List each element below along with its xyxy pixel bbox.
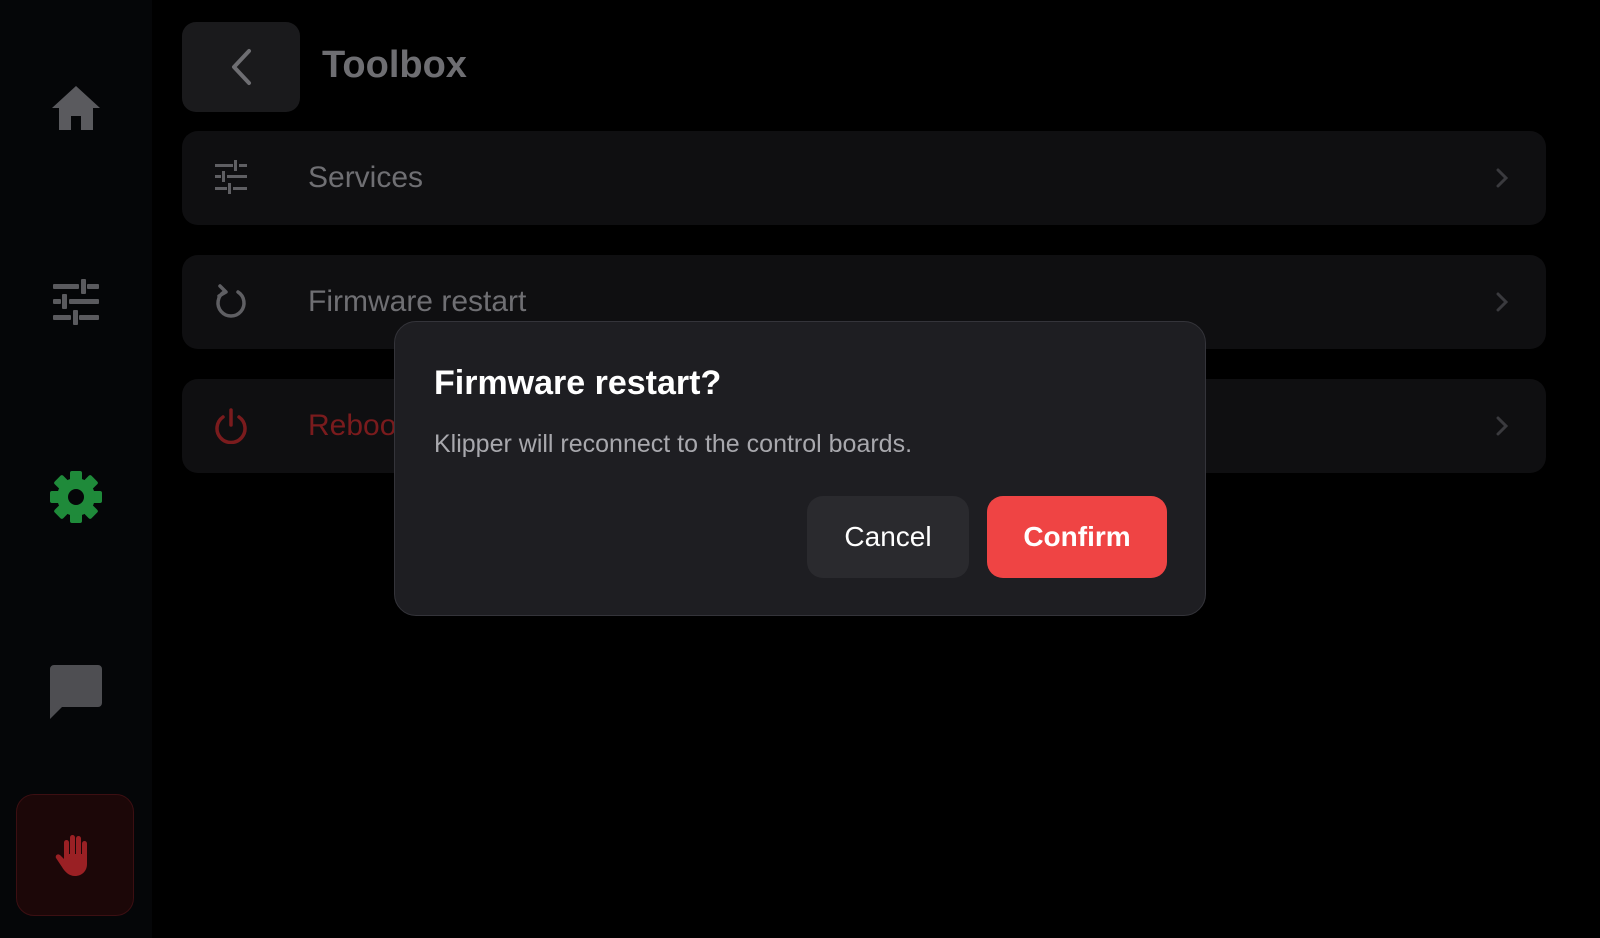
- chevron-left-icon: [232, 49, 251, 85]
- sidebar-item-tune[interactable]: [0, 242, 152, 362]
- sidebar: [0, 0, 152, 938]
- gear-icon: [50, 471, 102, 523]
- emergency-stop-button[interactable]: [16, 794, 134, 916]
- sidebar-item-home[interactable]: [0, 48, 152, 168]
- dialog-title: Firmware restart?: [434, 364, 722, 402]
- restart-icon: [216, 284, 246, 318]
- sidebar-item-settings[interactable]: [0, 437, 152, 557]
- sliders-icon: [53, 279, 99, 325]
- chevron-right-icon: [1496, 168, 1508, 188]
- hand-stop-icon: [55, 835, 87, 876]
- app: Toolbox Services Firmware restart Reboot…: [0, 0, 1600, 938]
- dialog-message: Klipper will reconnect to the control bo…: [434, 430, 913, 458]
- sidebar-item-console[interactable]: [0, 631, 152, 751]
- home-icon: [52, 86, 100, 130]
- confirm-button[interactable]: Confirm: [987, 496, 1167, 578]
- back-button[interactable]: [182, 22, 300, 112]
- chevron-right-icon: [1496, 292, 1508, 312]
- power-icon: [215, 408, 247, 444]
- chat-icon: [50, 665, 102, 719]
- cancel-button[interactable]: Cancel: [807, 496, 969, 578]
- chevron-right-icon: [1496, 416, 1508, 436]
- page-title: Toolbox: [322, 44, 467, 86]
- menu-item-label: Services: [308, 161, 424, 194]
- menu-item-services[interactable]: Services: [182, 131, 1546, 225]
- sliders-icon: [215, 160, 247, 194]
- confirm-dialog: Firmware restart? Klipper will reconnect…: [394, 321, 1206, 616]
- menu-item-label: Firmware restart: [308, 285, 527, 318]
